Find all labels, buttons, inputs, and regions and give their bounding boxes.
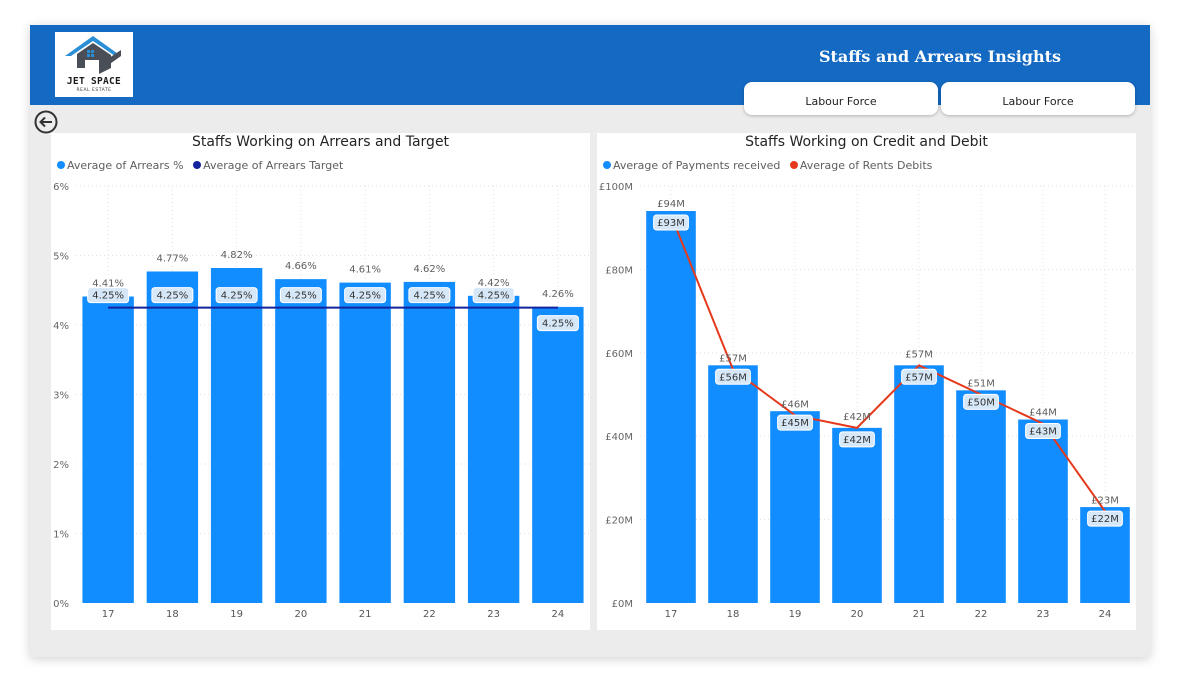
payment-value-label: £43M (1029, 427, 1057, 438)
bar-24 (532, 306, 584, 603)
bar-20 (832, 427, 882, 603)
bar-21 (339, 282, 391, 603)
x-tick-label: 24 (1099, 609, 1112, 620)
tab-labour-force-1[interactable]: Labour Force (744, 82, 938, 115)
bar-22 (956, 390, 1006, 603)
x-tick-label: 21 (913, 609, 926, 620)
debit-value-label: £94M (657, 199, 685, 210)
x-tick-label: 20 (851, 609, 864, 620)
x-tick-label: 21 (359, 609, 372, 620)
x-tick-label: 17 (665, 609, 678, 620)
y-tick-label: 4% (53, 321, 69, 332)
target-value-label: 4.25% (542, 319, 574, 330)
payment-value-label: £42M (843, 435, 871, 446)
x-tick-label: 19 (230, 609, 243, 620)
y-tick-label: 6% (53, 182, 69, 193)
x-tick-label: 18 (166, 609, 179, 620)
bar-value-label: 4.82% (221, 250, 253, 261)
y-tick-label: £60M (605, 349, 633, 360)
x-tick-label: 19 (789, 609, 802, 620)
y-tick-label: £80M (605, 265, 633, 276)
bar-value-label: 4.66% (285, 261, 317, 272)
x-tick-label: 24 (552, 609, 565, 620)
bar-value-label: 4.62% (413, 264, 445, 275)
target-value-label: 4.25% (285, 291, 317, 302)
bar-value-label: 4.26% (542, 289, 574, 300)
bar-21 (894, 365, 944, 603)
logo-brand-text: JET SPACE (66, 76, 122, 87)
x-tick-label: 22 (423, 609, 436, 620)
y-tick-label: £0M (612, 599, 633, 610)
x-tick-label: 23 (487, 609, 500, 620)
debit-value-label: £23M (1091, 495, 1119, 506)
x-tick-label: 17 (102, 609, 115, 620)
target-value-label: 4.25% (92, 291, 124, 302)
y-tick-label: 3% (53, 391, 69, 402)
x-tick-label: 18 (727, 609, 740, 620)
payment-value-label: £93M (657, 218, 685, 229)
tab-labour-force-2[interactable]: Labour Force (941, 82, 1135, 115)
bar-18 (708, 365, 758, 603)
debit-value-label: £42M (843, 412, 871, 423)
page-title: Staffs and Arrears Insights (818, 47, 1062, 66)
target-value-label: 4.25% (156, 291, 188, 302)
payment-value-label: £50M (967, 397, 995, 408)
debit-value-label: £46M (781, 399, 809, 410)
y-tick-label: £100M (599, 182, 633, 193)
bar-22 (403, 281, 456, 603)
bar-19 (210, 268, 263, 603)
bar-17 (82, 296, 134, 603)
bar-19 (770, 411, 820, 603)
target-value-label: 4.25% (221, 291, 253, 302)
y-tick-label: 5% (53, 252, 69, 263)
back-arrow-icon[interactable] (34, 110, 58, 134)
y-tick-label: 1% (53, 530, 69, 541)
y-tick-label: 0% (53, 599, 69, 610)
x-tick-label: 20 (295, 609, 308, 620)
payment-value-label: £45M (781, 418, 809, 429)
debit-value-label: £44M (1029, 408, 1057, 419)
company-logo: JET SPACE REAL ESTATE (55, 32, 133, 97)
logo-subtext: REAL ESTATE (76, 88, 112, 93)
debit-value-label: £57M (719, 353, 747, 364)
credit-debit-chart-panel: Staffs Working on Credit and Debit Avera… (597, 133, 1136, 630)
x-tick-label: 23 (1037, 609, 1050, 620)
bar-18 (146, 271, 199, 603)
bar-value-label: 4.61% (349, 265, 381, 276)
y-tick-label: £40M (605, 432, 633, 443)
y-tick-label: £20M (605, 516, 633, 527)
target-value-label: 4.25% (413, 291, 445, 302)
bar-17 (646, 211, 696, 603)
y-tick-label: 2% (53, 460, 69, 471)
payment-value-label: £57M (905, 372, 933, 383)
credit-debit-chart: £0M £20M £40M £60M £80M £100M £94M £57M £46M £42M… (599, 182, 1136, 620)
debit-value-label: £57M (905, 349, 933, 360)
target-value-label: 4.25% (349, 291, 381, 302)
debit-value-label: £51M (967, 379, 995, 390)
report-canvas: JET SPACE REAL ESTATE Staffs and Arrears… (30, 25, 1150, 657)
bar-20 (275, 279, 327, 603)
payment-value-label: £56M (719, 372, 747, 383)
payment-value-label: £22M (1091, 514, 1119, 525)
x-tick-label: 22 (975, 609, 988, 620)
house-roof-logo-icon (65, 36, 121, 74)
arrears-chart: 0%1%2%3%4%5%6%4.41%4.77% 4.82%4.66% 4.61% 4… (53, 182, 590, 620)
target-value-label: 4.25% (478, 291, 510, 302)
bar-23 (467, 295, 520, 603)
arrears-chart-panel: Staffs Working on Arrears and Target Ave… (51, 133, 590, 630)
bar-value-label: 4.77% (156, 253, 188, 264)
